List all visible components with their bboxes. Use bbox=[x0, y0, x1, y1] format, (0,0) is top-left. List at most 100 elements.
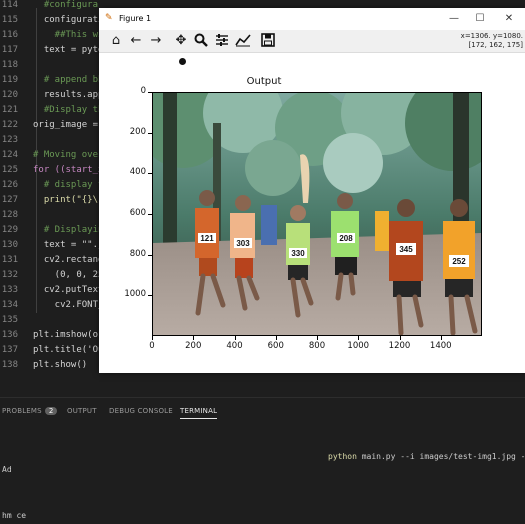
pan-icon[interactable]: ✥ bbox=[172, 33, 190, 49]
x-tick-label: 800 bbox=[308, 341, 326, 351]
code-text: #configura bbox=[33, 0, 99, 10]
x-tick-label: 600 bbox=[267, 341, 284, 351]
tab-terminal[interactable]: TERMINAL bbox=[180, 407, 218, 419]
tab-output[interactable]: OUTPUT bbox=[67, 407, 97, 415]
line-number: 117 bbox=[1, 45, 18, 55]
y-tick-mark bbox=[148, 92, 152, 93]
line-number: 122 bbox=[1, 120, 18, 130]
x-tick-mark bbox=[275, 336, 277, 340]
x-tick-mark bbox=[193, 336, 195, 340]
y-tick-label: 600 bbox=[129, 208, 146, 218]
terminal-output-line: Ad bbox=[2, 465, 12, 474]
terminal-command: python main.py --i images/test-img1.jpg … bbox=[328, 452, 525, 461]
plot-title: Output bbox=[246, 76, 282, 87]
minimize-button[interactable]: — bbox=[442, 11, 466, 27]
y-tick-label: 0 bbox=[140, 86, 146, 96]
x-tick-mark bbox=[440, 336, 442, 340]
line-number: 135 bbox=[1, 315, 18, 325]
close-button[interactable]: ✕ bbox=[497, 11, 521, 27]
x-tick-label: 0 bbox=[149, 341, 155, 351]
line-number: 119 bbox=[1, 75, 18, 85]
x-tick-label: 1400 bbox=[429, 341, 452, 351]
forward-icon[interactable]: → bbox=[147, 33, 165, 49]
line-number: 134 bbox=[1, 300, 18, 310]
mouse-cursor-dot bbox=[179, 58, 186, 65]
y-tick-mark bbox=[148, 295, 152, 297]
line-number: 124 bbox=[1, 150, 18, 160]
y-tick-mark bbox=[148, 254, 152, 256]
code-text: # display t bbox=[33, 180, 104, 190]
line-number: 116 bbox=[1, 30, 18, 40]
tab-problems-label: PROBLEMS bbox=[2, 407, 42, 415]
code-text: # Moving over bbox=[33, 150, 104, 160]
x-tick-label: 1000 bbox=[347, 341, 370, 351]
code-text: cv2.rectang bbox=[33, 255, 104, 265]
line-number: 130 bbox=[1, 240, 18, 250]
code-text: # append bb bbox=[33, 75, 104, 85]
code-text: #Display th bbox=[33, 105, 104, 115]
home-icon[interactable]: ⌂ bbox=[107, 33, 125, 49]
zoom-icon[interactable] bbox=[192, 33, 210, 49]
line-number: 121 bbox=[1, 105, 18, 115]
coords-xy: x=1306. y=1080. bbox=[460, 32, 523, 40]
bib-number: 345 bbox=[399, 245, 413, 254]
bib-number: 252 bbox=[452, 257, 466, 266]
figure-title: Figure 1 bbox=[119, 14, 152, 23]
line-number: 115 bbox=[1, 15, 18, 25]
matplotlib-app-icon: ✎ bbox=[105, 13, 113, 23]
plot-axes[interactable]: 121 303 330 345 252 208 bbox=[152, 92, 482, 336]
panel-tabs: PROBLEMS 2 OUTPUT DEBUG CONSOLE TERMINAL bbox=[0, 398, 525, 424]
line-number: 127 bbox=[1, 195, 18, 205]
back-icon[interactable]: ← bbox=[127, 33, 145, 49]
maximize-button[interactable]: ☐ bbox=[468, 11, 492, 27]
cursor-coordinates: x=1306. y=1080. [172, 162, 175] bbox=[461, 32, 523, 50]
problems-count-badge: 2 bbox=[44, 407, 58, 415]
code-text: cv2.putText bbox=[33, 285, 104, 295]
figure-window[interactable]: ✎ Figure 1 — ☐ ✕ ⌂ ← → ✥ x=1306. y=1080.… bbox=[99, 8, 525, 373]
code-text: ##This wi bbox=[33, 30, 104, 40]
line-number: 125 bbox=[1, 165, 18, 175]
line-number: 138 bbox=[1, 360, 18, 370]
x-tick-mark bbox=[358, 336, 360, 340]
line-number: 123 bbox=[1, 135, 18, 145]
code-text: plt.show() bbox=[33, 360, 88, 370]
line-number: 129 bbox=[1, 225, 18, 235]
code-text: results.app bbox=[33, 90, 104, 100]
terminal-output-line: hm ce bbox=[2, 511, 27, 520]
bottom-panel: PROBLEMS 2 OUTPUT DEBUG CONSOLE TERMINAL … bbox=[0, 397, 525, 524]
y-tick-label: 400 bbox=[129, 167, 146, 178]
coords-rgb: [172, 162, 175] bbox=[468, 41, 523, 49]
x-tick-label: 1200 bbox=[388, 341, 411, 351]
code-text: (0, 0, 25 bbox=[33, 270, 104, 280]
terminal-args: main.py --i images/test-img1.jpg - bbox=[356, 452, 525, 461]
line-number: 133 bbox=[1, 285, 18, 295]
bib-number: 330 bbox=[291, 249, 305, 258]
code-text: print("{}\ bbox=[33, 195, 99, 205]
bib-number: 208 bbox=[339, 234, 353, 243]
x-tick-mark bbox=[399, 336, 401, 340]
configure-icon[interactable] bbox=[213, 33, 231, 49]
code-text: cv2.FONT_ bbox=[33, 300, 104, 310]
line-number: 131 bbox=[1, 255, 18, 265]
x-tick-label: 200 bbox=[185, 341, 202, 351]
y-tick-mark bbox=[148, 173, 152, 175]
tab-debug-console[interactable]: DEBUG CONSOLE bbox=[109, 407, 173, 415]
tab-problems[interactable]: PROBLEMS 2 bbox=[2, 407, 58, 415]
y-tick-mark bbox=[148, 214, 152, 215]
line-number: 137 bbox=[1, 345, 18, 355]
save-icon[interactable] bbox=[259, 33, 277, 49]
x-tick-mark bbox=[234, 336, 236, 340]
x-tick-mark bbox=[317, 336, 318, 340]
edit-curve-icon[interactable] bbox=[234, 33, 252, 49]
code-text: configurati bbox=[33, 15, 104, 25]
line-number: 132 bbox=[1, 270, 18, 280]
line-number: 120 bbox=[1, 90, 18, 100]
line-number: 118 bbox=[1, 60, 18, 70]
line-number: 126 bbox=[1, 180, 18, 190]
code-text: text = "".j bbox=[33, 240, 104, 250]
terminal-python-word: python bbox=[328, 452, 357, 461]
figure-titlebar[interactable]: ✎ Figure 1 — ☐ ✕ bbox=[99, 8, 525, 30]
y-tick-label: 1000 bbox=[124, 289, 146, 300]
line-number: 136 bbox=[1, 330, 18, 340]
bib-number: 121 bbox=[200, 234, 214, 243]
